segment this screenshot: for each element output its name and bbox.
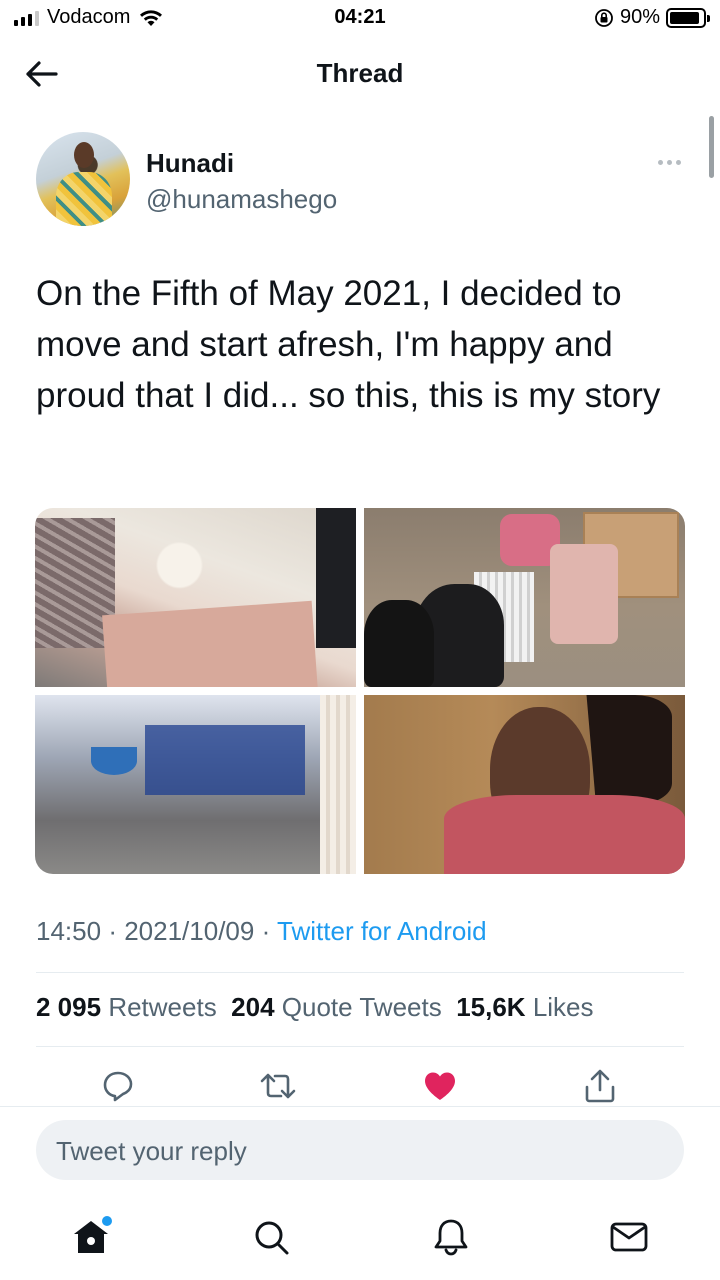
heart-icon	[425, 1072, 455, 1100]
nav-messages[interactable]	[606, 1214, 652, 1260]
reply-button[interactable]	[98, 1066, 138, 1106]
author-name[interactable]: Hunadi	[146, 148, 234, 179]
battery-fill	[670, 11, 699, 24]
media-grid	[35, 508, 685, 874]
likes-count: 15,6K	[456, 992, 526, 1022]
tweet-text: On the Fifth of May 2021, I decided to m…	[36, 274, 661, 415]
battery-icon	[666, 7, 710, 28]
media-luggage-photo[interactable]	[364, 508, 685, 687]
retweet-button[interactable]	[258, 1066, 298, 1106]
comment-icon	[103, 1071, 133, 1102]
tweet-meta: 14:50 · 2021/10/09 · Twitter for Android	[36, 916, 487, 947]
tweet-stats: 2 095 Retweets 204 Quote Tweets 15,6K Li…	[36, 992, 594, 1023]
retweets-label: Retweets	[108, 992, 217, 1022]
battery-percent: 90%	[619, 6, 660, 28]
nav-home[interactable]	[68, 1214, 114, 1260]
share-icon	[585, 1069, 615, 1103]
divider	[0, 1106, 720, 1107]
divider	[36, 972, 684, 973]
reply-placeholder: Tweet your reply	[56, 1136, 247, 1166]
retweets-count: 2 095	[36, 992, 102, 1022]
nav-search[interactable]	[248, 1214, 294, 1260]
quotes-stat[interactable]: 204 Quote Tweets	[231, 992, 442, 1022]
bell-icon	[434, 1219, 468, 1256]
page-title: Thread	[316, 58, 404, 88]
media-selfie-photo[interactable]	[364, 695, 685, 874]
retweets-stat[interactable]: 2 095 Retweets	[36, 992, 217, 1022]
bottom-nav	[0, 1200, 720, 1280]
tweet-time: 14:50	[36, 916, 102, 946]
nav-notifications[interactable]	[428, 1214, 474, 1260]
status-bar: Vodacom 04:21 90%	[0, 0, 720, 36]
media-bedding-photo[interactable]	[35, 508, 356, 687]
mail-icon	[610, 1222, 648, 1252]
quotes-count: 204	[231, 992, 275, 1022]
likes-label: Likes	[532, 992, 594, 1022]
tweet-actions	[0, 1064, 720, 1108]
media-room-corner-photo[interactable]	[35, 695, 356, 874]
tweet-date: 2021/10/09	[124, 916, 255, 946]
more-options-button[interactable]	[652, 150, 686, 174]
divider	[36, 1046, 684, 1047]
scrollbar[interactable]	[709, 116, 714, 178]
status-right: 90%	[594, 6, 710, 29]
quotes-label: Quote Tweets	[281, 992, 442, 1022]
retweet-icon	[260, 1073, 296, 1099]
reply-input[interactable]: Tweet your reply	[36, 1120, 684, 1180]
search-icon	[255, 1221, 289, 1255]
likes-stat[interactable]: 15,6K Likes	[456, 992, 593, 1022]
like-button[interactable]	[420, 1066, 460, 1106]
tweet-source-link[interactable]: Twitter for Android	[277, 916, 487, 946]
meta-separator: ·	[108, 916, 117, 946]
header: Thread	[0, 40, 720, 106]
avatar[interactable]	[36, 132, 130, 226]
more-horizontal-icon	[657, 159, 663, 165]
meta-separator: ·	[261, 916, 271, 946]
orientation-lock-icon	[595, 8, 613, 27]
share-button[interactable]	[580, 1066, 620, 1106]
author-handle[interactable]: @hunamashego	[146, 184, 337, 215]
notification-dot	[102, 1216, 112, 1226]
